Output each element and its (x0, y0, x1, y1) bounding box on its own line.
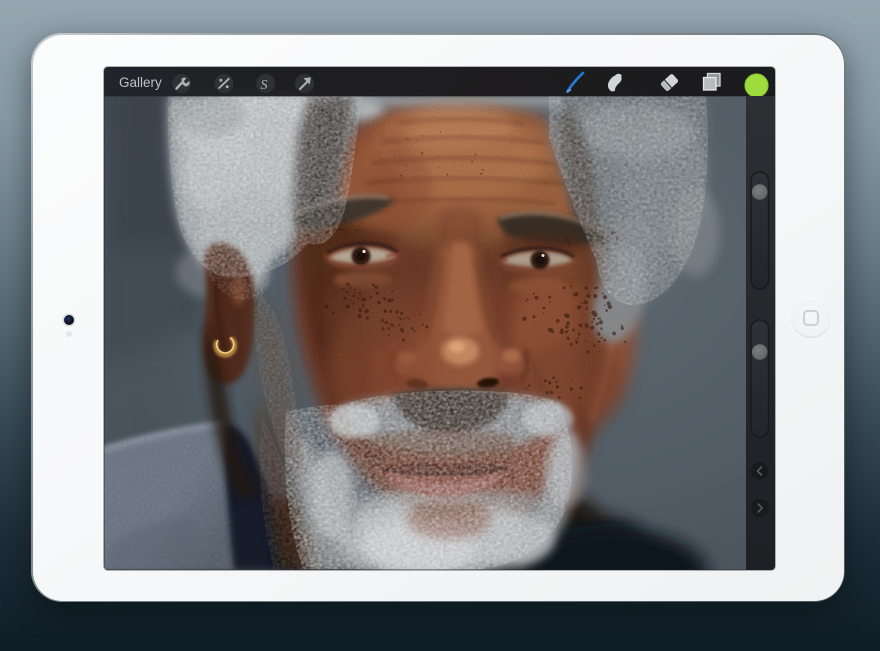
svg-text:Gallery: Gallery (119, 75, 162, 90)
svg-text:S: S (261, 78, 268, 93)
